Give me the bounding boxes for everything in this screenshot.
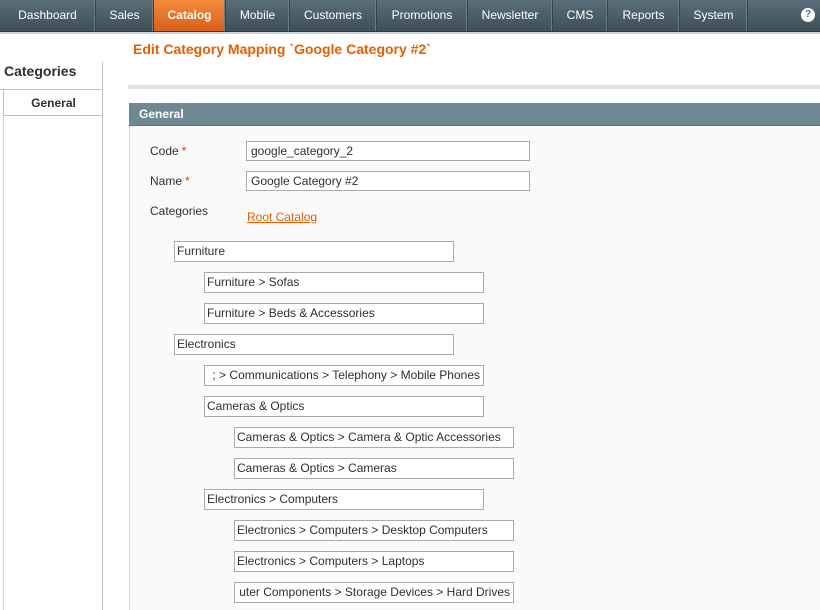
section-title: General <box>139 107 184 121</box>
nav-dashboard[interactable]: Dashboard <box>0 0 96 31</box>
category-input-laptops[interactable]: Electronics > Computers > Laptops <box>234 551 514 572</box>
nav-system[interactable]: System <box>680 0 748 31</box>
sidebar-title: Categories <box>4 63 77 79</box>
sidebar-tab-label: General <box>31 96 76 110</box>
name-label: Name * <box>150 174 190 188</box>
required-mark: * <box>185 174 190 188</box>
nav-catalog[interactable]: Catalog <box>154 0 226 31</box>
nav-shadow <box>0 32 820 34</box>
code-label: Code * <box>150 144 187 158</box>
page-title: Edit Category Mapping `Google Category #… <box>133 41 431 57</box>
help-icon[interactable]: ? <box>801 8 815 22</box>
nav-customers[interactable]: Customers <box>290 0 377 31</box>
nav-newsletter[interactable]: Newsletter <box>468 0 553 31</box>
sidebar-tab-general[interactable]: General <box>3 90 103 116</box>
nav-mobile[interactable]: Mobile <box>226 0 290 31</box>
category-input-electronics[interactable]: Electronics <box>174 334 454 355</box>
categories-label: Categories <box>150 204 209 218</box>
top-navigation: Dashboard Sales Catalog Mobile Customers… <box>0 0 820 32</box>
nav-cms[interactable]: CMS <box>553 0 608 31</box>
category-input-computers[interactable]: Electronics > Computers <box>204 489 484 510</box>
category-input-desktop-computers[interactable]: Electronics > Computers > Desktop Comput… <box>234 520 514 541</box>
category-input-hard-drives[interactable]: uter Components > Storage Devices > Hard… <box>234 582 514 603</box>
root-catalog-link[interactable]: Root Catalog <box>247 210 317 224</box>
nav-sales[interactable]: Sales <box>96 0 154 31</box>
code-input[interactable]: google_category_2 <box>246 141 530 161</box>
category-input-furniture-sofas[interactable]: Furniture > Sofas <box>204 272 484 293</box>
category-input-mobile-phones[interactable]: ; > Communications > Telephony > Mobile … <box>204 365 484 386</box>
name-input[interactable]: Google Category #2 <box>246 171 530 191</box>
nav-promotions[interactable]: Promotions <box>377 0 468 31</box>
category-input-cameras[interactable]: Cameras & Optics > Cameras <box>234 458 514 479</box>
category-input-cameras-optics[interactable]: Cameras & Optics <box>204 396 484 417</box>
category-input-furniture-beds[interactable]: Furniture > Beds & Accessories <box>204 303 484 324</box>
title-rule <box>128 85 820 89</box>
category-input-camera-accessories[interactable]: Cameras & Optics > Camera & Optic Access… <box>234 427 514 448</box>
nav-reports[interactable]: Reports <box>608 0 680 31</box>
required-mark: * <box>181 144 187 158</box>
section-header: General <box>129 103 820 126</box>
category-input-furniture[interactable]: Furniture <box>174 241 454 262</box>
sidebar-border <box>102 62 103 610</box>
sidebar-border-left <box>3 115 4 610</box>
